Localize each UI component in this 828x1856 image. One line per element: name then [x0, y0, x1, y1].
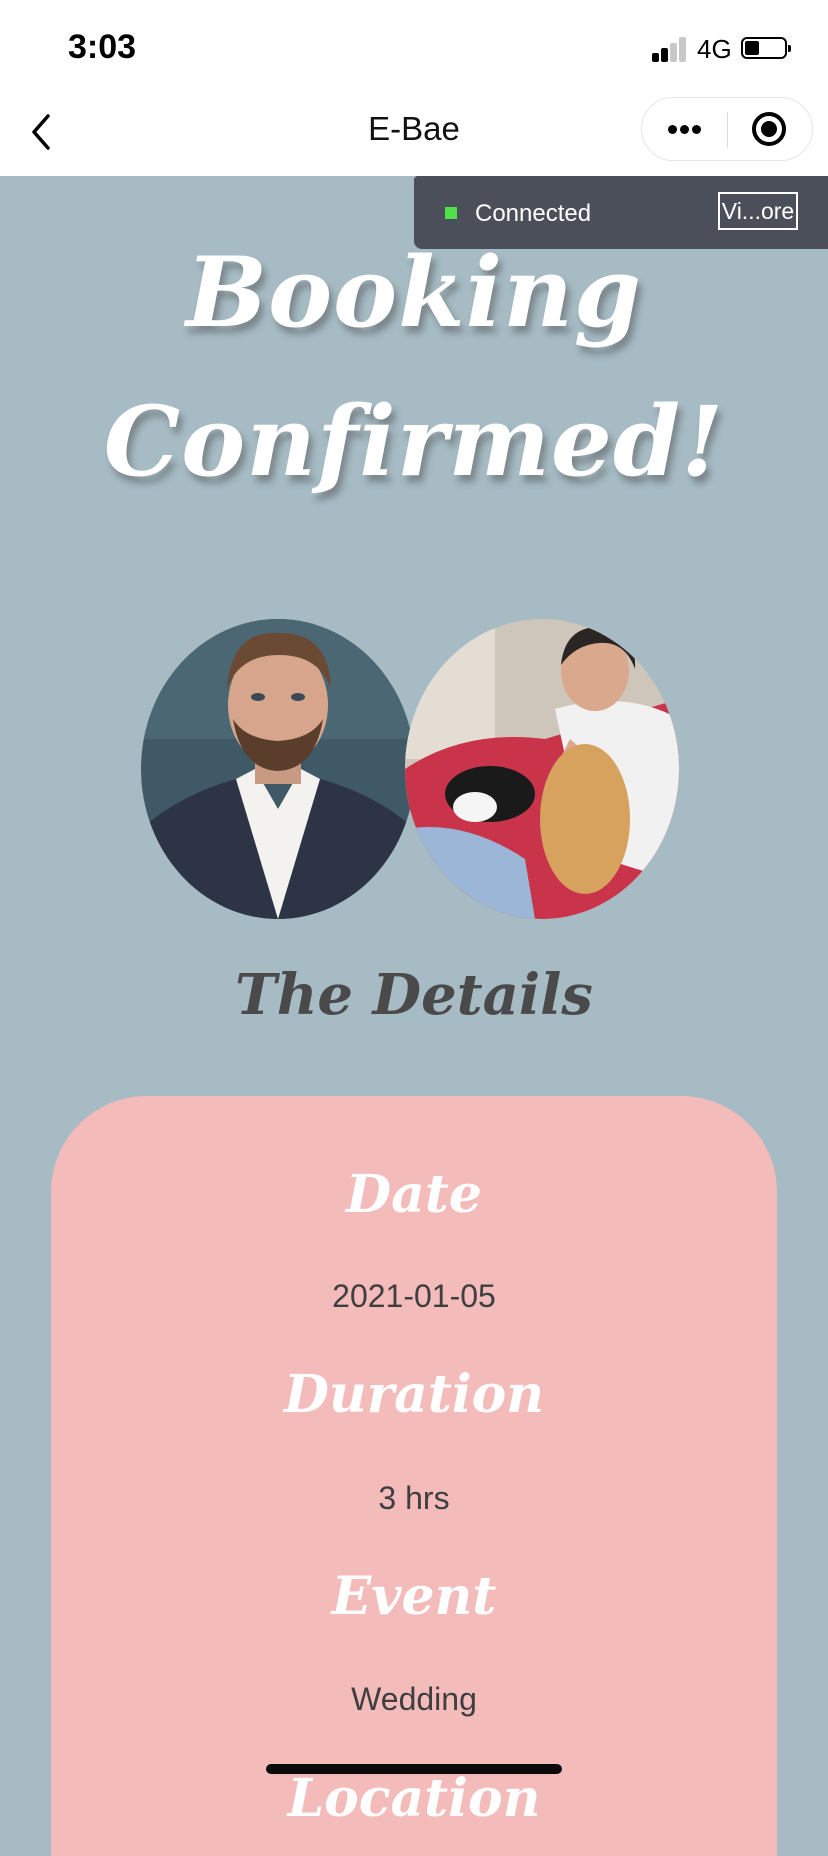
user-photo [405, 619, 679, 919]
event-value: Wedding [351, 1681, 477, 1717]
network-type: 4G [697, 34, 732, 64]
nav-bar: E-Bae [0, 90, 828, 176]
celebrity-photo [141, 619, 415, 919]
date-label: Date [346, 1164, 482, 1225]
location-label: Location [287, 1768, 541, 1829]
more-button[interactable] [642, 98, 727, 160]
headline-line-1: Booking [185, 236, 643, 349]
close-miniprogram-button[interactable] [728, 98, 812, 160]
menu-capsule [641, 97, 813, 161]
duration-value: 3 hrs [378, 1480, 450, 1516]
battery-icon [741, 37, 791, 59]
details-title: The Details [235, 962, 593, 1028]
date-value: 2021-01-05 [332, 1278, 496, 1314]
view-more-button[interactable]: Vi...ore [718, 192, 798, 230]
details-card: Date 2021-01-05 Duration 3 hrs Event Wed… [51, 1096, 777, 1856]
status-time: 3:03 [68, 28, 137, 66]
status-bar: 3:03 4G [0, 0, 828, 90]
connection-status-icon [445, 207, 457, 219]
headline-line-2: Confirmed! [103, 385, 725, 498]
duration-label: Duration [283, 1364, 545, 1425]
event-label: Event [331, 1566, 497, 1627]
home-indicator[interactable] [266, 1764, 562, 1774]
connection-status-text: Connected [475, 200, 592, 227]
signal-strength-icon [652, 36, 688, 62]
